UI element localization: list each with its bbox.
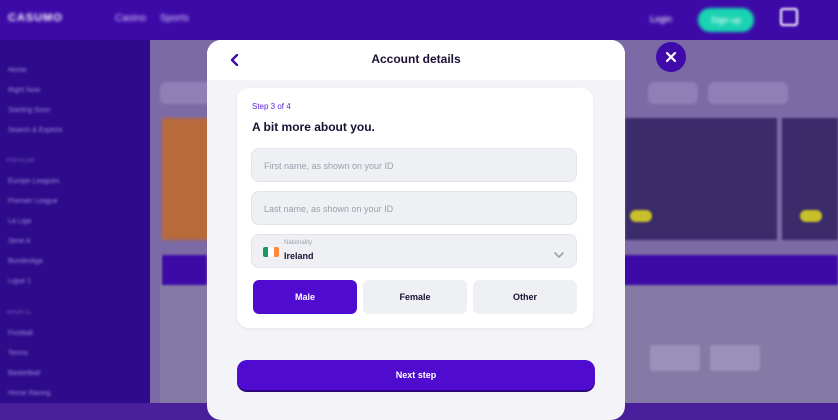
- last-name-field[interactable]: [251, 191, 577, 226]
- last-name-input[interactable]: [262, 192, 566, 226]
- sidebar-item-europe[interactable]: Europe Leagues: [8, 178, 59, 185]
- sidebar-item-football[interactable]: Football: [8, 330, 33, 337]
- form-heading: A bit more about you.: [252, 120, 375, 134]
- form-card: Step 3 of 4 A bit more about you. Nation…: [237, 88, 593, 328]
- sidebar-item-laliga[interactable]: La Liga: [8, 218, 31, 225]
- sidebar-item-basketball[interactable]: Basketball: [8, 370, 40, 377]
- close-icon[interactable]: [656, 42, 686, 72]
- table-header: [610, 255, 838, 285]
- brand-logo[interactable]: CASUMO: [8, 12, 63, 24]
- nav-sports[interactable]: Sports: [160, 13, 189, 24]
- gender-other-button[interactable]: Other: [473, 280, 577, 314]
- chevron-down-icon[interactable]: [554, 246, 564, 264]
- modal-header: Account details: [207, 40, 625, 80]
- sidebar-item-horse-racing[interactable]: Horse Racing: [8, 390, 50, 397]
- top-bar: CASUMO Casino Sports Login Sign up: [0, 0, 838, 40]
- sidebar-item-right-now[interactable]: Right Now: [8, 87, 40, 94]
- nationality-select[interactable]: Nationality Ireland: [251, 234, 577, 268]
- sidebar-item-home[interactable]: Home: [8, 67, 27, 74]
- sidebar-item-bundesliga[interactable]: Bundesliga: [8, 258, 43, 265]
- modal-title: Account details: [371, 52, 461, 66]
- filter-pill[interactable]: [160, 82, 210, 104]
- sidebar-heading-popular: POPULAR: [6, 158, 35, 164]
- sidebar-item-tennis[interactable]: Tennis: [8, 350, 28, 357]
- odds-cell[interactable]: [650, 345, 700, 371]
- gender-female-button[interactable]: Female: [363, 280, 467, 314]
- sidebar-item-ligue1[interactable]: Ligue 1: [8, 278, 31, 285]
- first-name-field[interactable]: [251, 148, 577, 183]
- nationality-label: Nationality: [284, 240, 313, 246]
- promo-badge: [630, 210, 652, 222]
- login-link[interactable]: Login: [650, 14, 672, 24]
- filter-pill[interactable]: [648, 82, 698, 104]
- account-details-modal: Account details Step 3 of 4 A bit more a…: [207, 40, 625, 420]
- sidebar-item-premier[interactable]: Premier League: [8, 198, 58, 205]
- filter-pill[interactable]: [708, 82, 788, 104]
- sidebar-heading-sports: SPORTS: [6, 310, 31, 316]
- step-indicator: Step 3 of 4: [252, 102, 291, 111]
- sidebar-item-search[interactable]: Search & Explore: [8, 127, 62, 134]
- nationality-value: Ireland: [284, 251, 314, 261]
- table-tab[interactable]: [162, 255, 207, 285]
- gender-male-button[interactable]: Male: [253, 280, 357, 314]
- sidebar-item-seriea[interactable]: Serie A: [8, 238, 31, 245]
- ireland-flag-icon: [263, 247, 279, 257]
- sidebar: Home Right Now Starting Soon Search & Ex…: [0, 40, 150, 403]
- nav-casino[interactable]: Casino: [115, 13, 146, 24]
- next-step-button[interactable]: Next step: [237, 360, 595, 390]
- promo-badge: [800, 210, 822, 222]
- signup-button[interactable]: Sign up: [698, 8, 754, 32]
- menu-icon[interactable]: [780, 8, 798, 26]
- sidebar-item-starting-soon[interactable]: Starting Soon: [8, 107, 50, 114]
- odds-cell[interactable]: [710, 345, 760, 371]
- promo-banner[interactable]: [162, 118, 210, 240]
- first-name-input[interactable]: [262, 149, 566, 183]
